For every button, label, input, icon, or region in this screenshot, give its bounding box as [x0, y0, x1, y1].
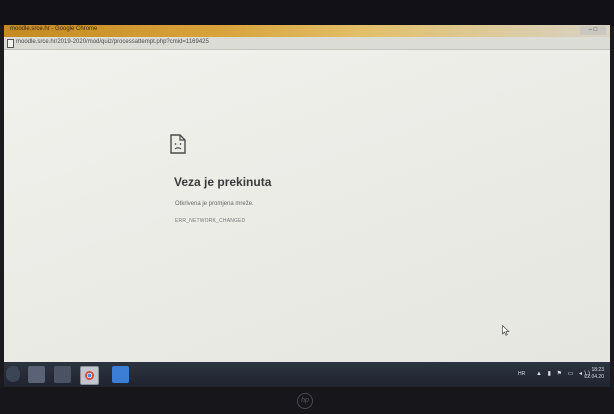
media-icon[interactable] [54, 366, 71, 383]
mouse-cursor-icon [502, 325, 510, 336]
error-page: Veza je prekinuta Otkrivena je promjena … [4, 50, 610, 362]
address-bar[interactable]: moodle.srce.hr/2019-2020/mod/quiz/proces… [4, 37, 610, 50]
url-text[interactable]: moodle.srce.hr/2019-2020/mod/quiz/proces… [16, 39, 209, 45]
chrome-logo [85, 371, 94, 380]
sad-document-icon [170, 134, 186, 154]
monitor-bezel-bottom: hp [0, 387, 614, 414]
chrome-icon[interactable] [80, 366, 99, 385]
monitor-bezel-top [0, 0, 614, 26]
taskbar: HR ▲ ▮ ⚑ ▭ ◂)) 18:23 22.04.20 [4, 362, 610, 387]
error-description: Otkrivena je promjena mreže. [175, 201, 254, 207]
system-tray: HR ▲ ▮ ⚑ ▭ ◂)) 18:23 22.04.20 [516, 367, 606, 382]
hp-logo: hp [297, 393, 313, 409]
app-icon[interactable] [112, 366, 129, 383]
window-titlebar[interactable]: moodle.srce.hr - Google Chrome – □ [4, 25, 610, 37]
error-code: ERR_NETWORK_CHANGED [175, 218, 246, 224]
page-icon [7, 39, 14, 48]
window-title: moodle.srce.hr - Google Chrome [10, 26, 98, 32]
folder-icon[interactable] [28, 366, 45, 383]
clock[interactable]: 18:23 22.04.20 [585, 367, 604, 381]
screen: moodle.srce.hr - Google Chrome – □ moodl… [4, 25, 610, 387]
window-controls[interactable]: – □ [580, 26, 606, 35]
language-indicator[interactable]: HR [518, 371, 525, 377]
clock-date: 22.04.20 [584, 374, 604, 380]
clock-time: 18:23 [591, 367, 604, 373]
start-icon[interactable] [6, 366, 20, 382]
error-title: Veza je prekinuta [174, 175, 272, 189]
